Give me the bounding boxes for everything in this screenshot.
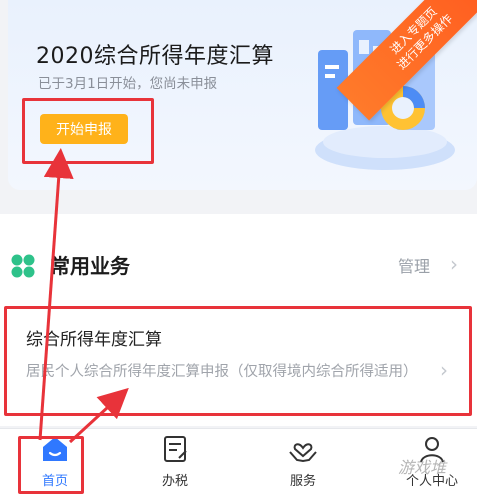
highlight-annual-item	[4, 306, 472, 416]
hands-heart-icon	[289, 443, 317, 463]
tab-label: 办税	[161, 474, 188, 489]
tab-service[interactable]: 服务	[268, 434, 338, 492]
highlight-home-tab	[18, 436, 84, 494]
chevron-right-icon: ›	[450, 252, 458, 276]
section-title: 常用业务	[50, 254, 130, 278]
banner-subtitle: 已于3月1日开始，您尚未申报	[38, 76, 218, 92]
banner-title: 2020综合所得年度汇算	[36, 44, 274, 69]
watermark: 游戏堆	[398, 458, 447, 477]
highlight-start-button	[22, 98, 154, 164]
tab-tax[interactable]: 办税	[140, 434, 210, 492]
clover-icon	[11, 254, 35, 278]
manage-link[interactable]: 管理	[398, 253, 430, 277]
document-edit-icon	[164, 436, 187, 462]
tab-label: 服务	[289, 474, 316, 489]
